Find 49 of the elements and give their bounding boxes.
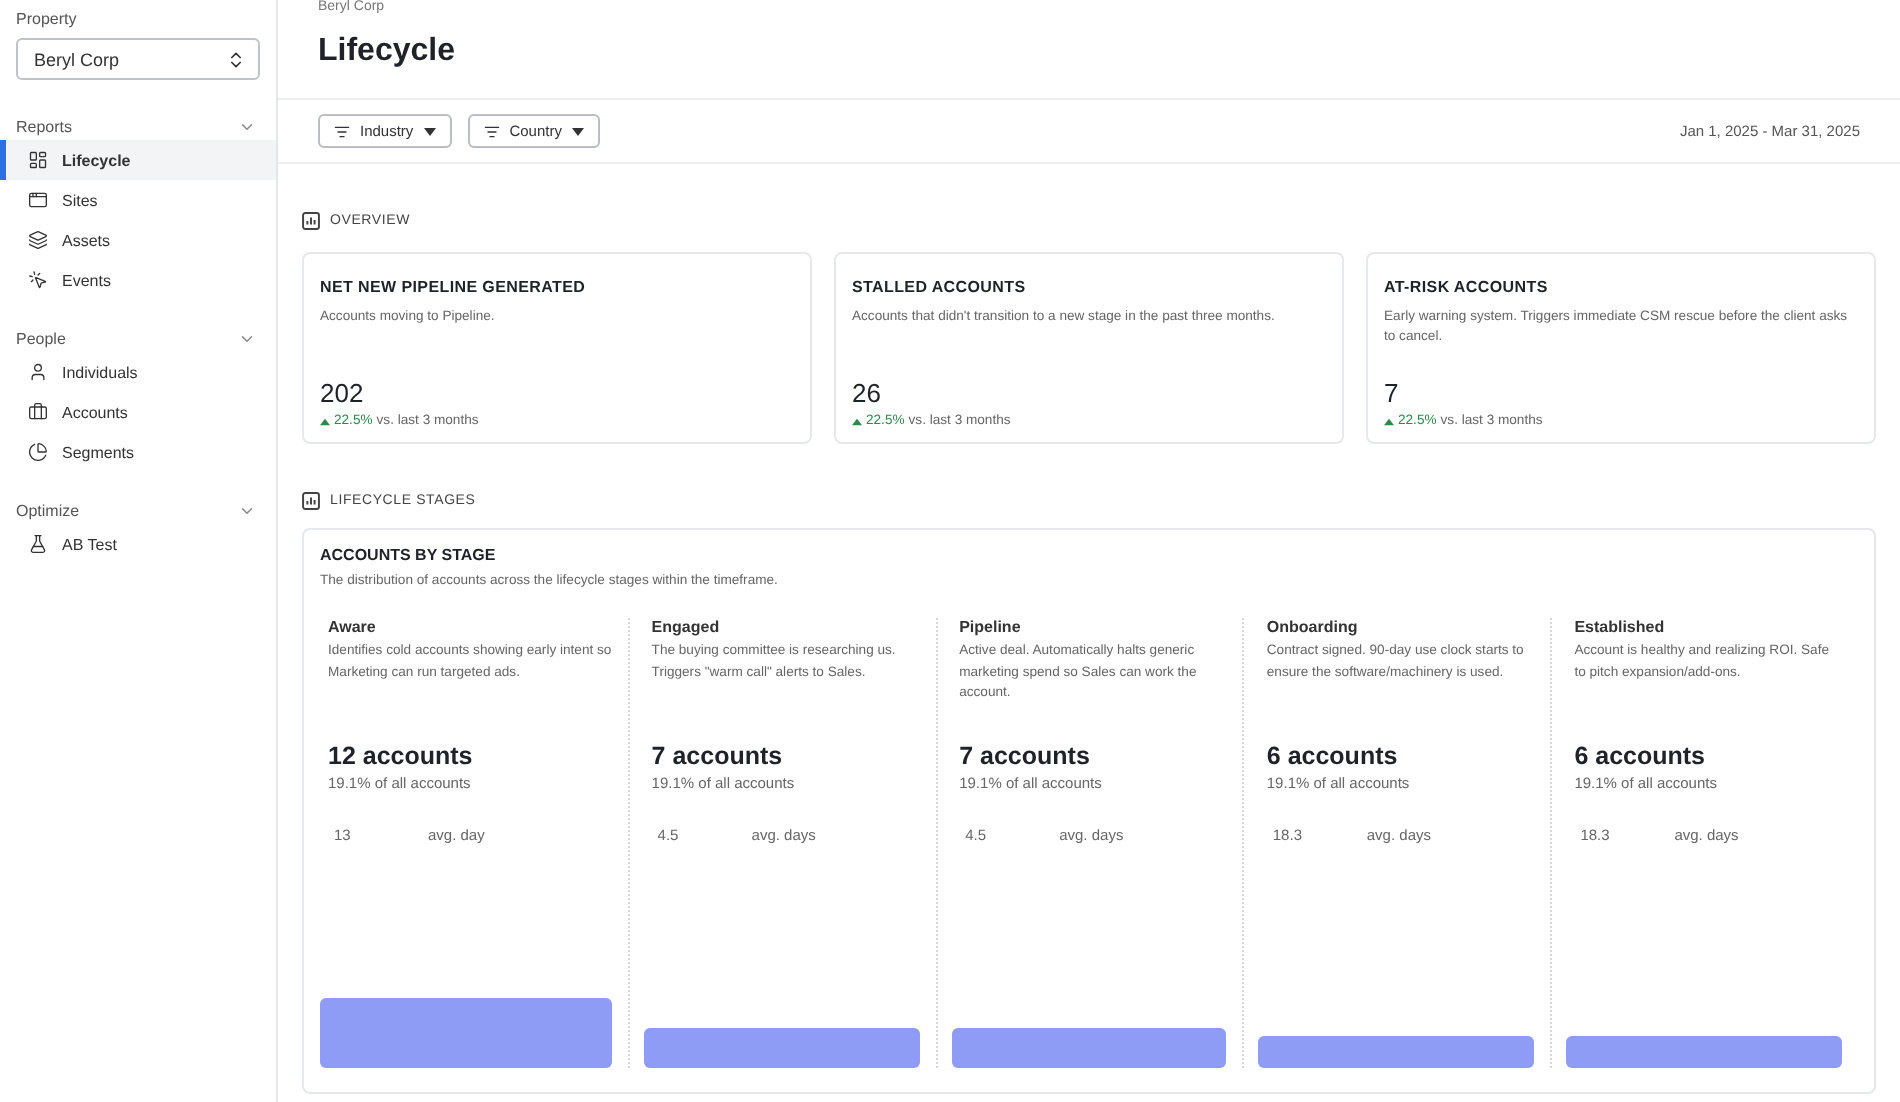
filter-icon bbox=[483, 123, 500, 139]
chart-icon bbox=[302, 211, 320, 229]
nav-item[interactable]: Lifecycle bbox=[0, 140, 276, 180]
nav-item[interactable]: Segments bbox=[0, 432, 276, 472]
metric-value: 7 bbox=[1384, 378, 1401, 408]
metric-value: 26 bbox=[852, 378, 883, 408]
dashboard-icon bbox=[28, 150, 48, 170]
pie-chart-icon bbox=[28, 442, 48, 462]
up-triangle-icon bbox=[1384, 417, 1394, 425]
property-select[interactable]: Beryl Corp bbox=[16, 38, 260, 80]
card-title: AT-RISK ACCOUNTS bbox=[1384, 278, 1550, 296]
briefcase-icon bbox=[28, 402, 48, 422]
person-icon bbox=[28, 362, 48, 382]
nav-item[interactable]: Assets bbox=[0, 220, 276, 260]
card-title: NET NEW PIPELINE GENERATED bbox=[320, 278, 588, 296]
caret-icon bbox=[571, 127, 584, 135]
caret-icon bbox=[423, 127, 436, 135]
nav-item[interactable]: Events bbox=[0, 260, 276, 300]
stage-count: 12 accounts bbox=[328, 742, 475, 770]
nav-item[interactable]: AB Test bbox=[0, 524, 276, 564]
nav-group-title: Optimize bbox=[16, 501, 80, 519]
up-triangle-icon bbox=[320, 417, 330, 425]
layers-icon bbox=[28, 230, 48, 250]
nav-item[interactable]: Sites bbox=[0, 180, 276, 220]
pointer-icon bbox=[28, 270, 48, 290]
flask-icon bbox=[28, 534, 48, 554]
filter-icon bbox=[334, 123, 350, 139]
stage-name: Pipeline bbox=[959, 618, 1023, 636]
stage-name: Aware bbox=[328, 618, 378, 636]
card-title: ACCOUNTS BY STAGE bbox=[320, 546, 498, 564]
stage-count: 7 accounts bbox=[959, 742, 1092, 770]
card-title: STALLED ACCOUNTS bbox=[852, 278, 1028, 296]
nav-item[interactable]: Individuals bbox=[0, 352, 276, 392]
nav-item[interactable]: Accounts bbox=[0, 392, 276, 432]
stage-count: 7 accounts bbox=[651, 742, 785, 770]
nav-group-title: Reports bbox=[16, 117, 73, 135]
stage-name: Engaged bbox=[651, 618, 722, 636]
stage-name: Onboarding bbox=[1266, 618, 1360, 636]
up-triangle-icon bbox=[852, 417, 862, 425]
window-icon bbox=[28, 190, 48, 210]
metric-value: 202 bbox=[320, 378, 366, 408]
page-title: Lifecycle bbox=[318, 32, 457, 72]
nav-group-title: People bbox=[16, 329, 66, 347]
stage-name: Established bbox=[1574, 618, 1667, 636]
stage-count: 6 accounts bbox=[1574, 742, 1707, 770]
up-down-icon bbox=[226, 49, 246, 69]
chart-icon bbox=[302, 491, 320, 509]
property-label: Property bbox=[14, 10, 79, 28]
stage-count: 6 accounts bbox=[1266, 742, 1400, 770]
